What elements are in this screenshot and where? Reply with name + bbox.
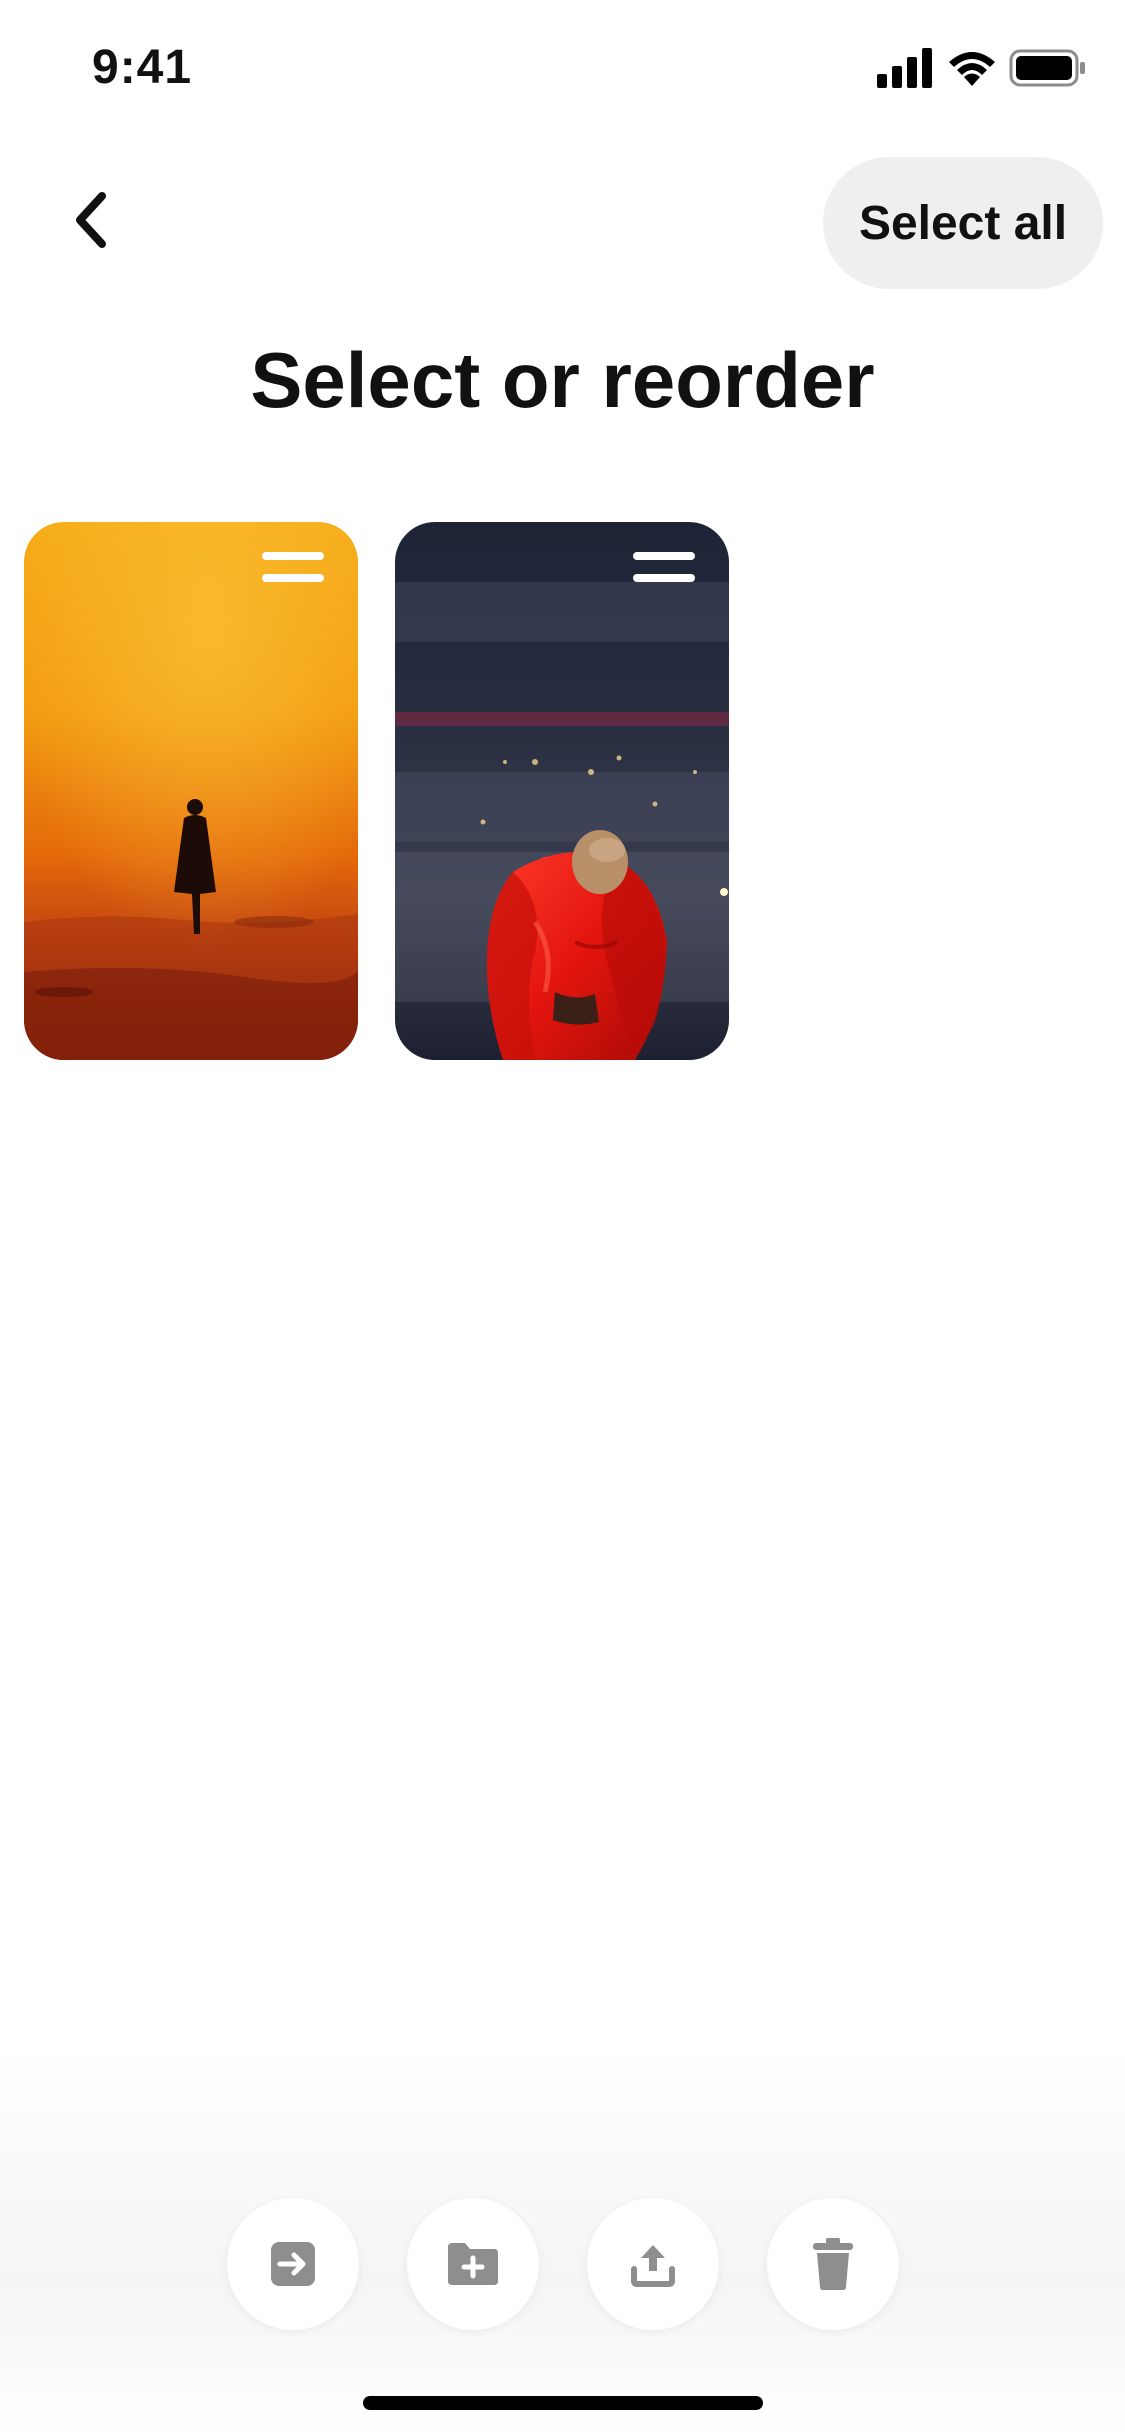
home-indicator[interactable]	[363, 2396, 763, 2410]
pin-desert-silhouette[interactable]	[24, 522, 358, 1060]
add-to-section-button[interactable]	[407, 2198, 539, 2330]
wifi-icon	[949, 52, 995, 86]
drag-handle-icon[interactable]	[633, 552, 695, 588]
page-title: Select or reorder	[250, 336, 875, 424]
status-bar: 9:41	[0, 0, 1125, 140]
chevron-left-icon	[76, 192, 106, 248]
share-icon	[631, 2245, 675, 2287]
select-all-button[interactable]: Select all	[823, 157, 1103, 289]
folder-plus-icon	[448, 2243, 498, 2285]
delete-action-button[interactable]	[767, 2198, 899, 2330]
pin-red-puffer-performer[interactable]	[395, 522, 729, 1060]
battery-icon	[1009, 49, 1085, 87]
pin-image-performer	[395, 522, 729, 1060]
status-time: 9:41	[92, 41, 193, 94]
share-action-button[interactable]	[587, 2198, 719, 2330]
pin-image-desert	[24, 522, 358, 1060]
status-icons	[877, 48, 1087, 92]
action-bar	[227, 2198, 899, 2330]
cellular-signal-icon	[877, 48, 932, 88]
trash-icon	[813, 2238, 853, 2290]
move-icon	[271, 2242, 315, 2286]
move-action-button[interactable]	[227, 2198, 359, 2330]
drag-handle-icon[interactable]	[262, 552, 324, 588]
back-button[interactable]	[50, 180, 130, 260]
